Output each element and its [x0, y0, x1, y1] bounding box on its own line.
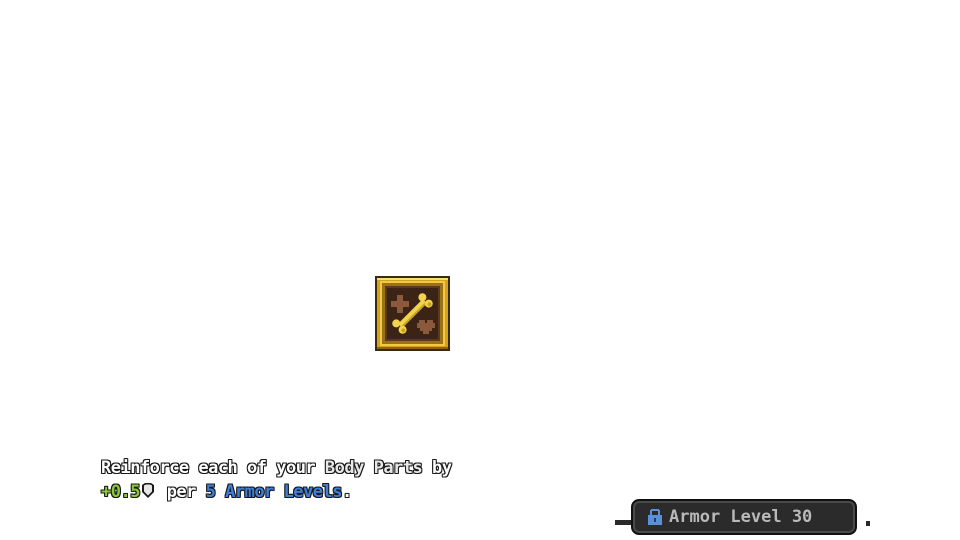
description-text-end: by	[422, 458, 452, 478]
lock-icon	[648, 509, 662, 525]
armor-levels-term: 5 Armor Levels	[205, 482, 343, 502]
skill-icon[interactable]	[375, 276, 450, 351]
description-text: Reinforce each of your	[101, 458, 325, 478]
requirement-badge: Armor Level 30	[631, 499, 857, 535]
requirement-label: Armor Level 30	[669, 507, 813, 527]
shield-icon	[141, 483, 154, 498]
per-text: per	[156, 482, 206, 502]
period: .	[341, 482, 352, 502]
body-parts-term: Body Parts	[324, 458, 423, 478]
skill-description: Reinforce each of your Body Parts by +0.…	[101, 456, 621, 504]
connector-dot	[866, 521, 870, 526]
description-line-1: Reinforce each of your Body Parts by	[101, 456, 621, 480]
bone-icon	[375, 276, 450, 351]
bonus-value: +0.5	[101, 482, 140, 502]
description-line-2: +0.5 per 5 Armor Levels.	[101, 480, 621, 504]
